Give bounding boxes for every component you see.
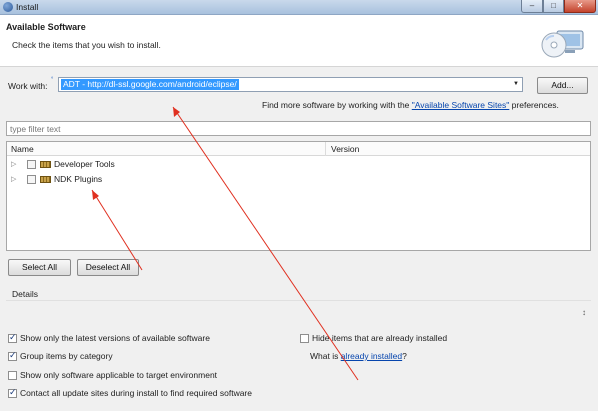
details-area: [6, 300, 591, 323]
available-sites-link[interactable]: "Available Software Sites": [412, 100, 510, 110]
contact-sites-checkbox[interactable]: [8, 387, 17, 398]
tree-header: Name Version: [7, 142, 590, 156]
filter-field[interactable]: [6, 121, 591, 136]
work-with-value[interactable]: ADT - http://dl-ssl.google.com/android/e…: [61, 79, 239, 90]
wizard-header: Available Software Check the items that …: [0, 15, 598, 67]
chevron-down-icon[interactable]: ▼: [513, 81, 519, 87]
expand-arrow-icon[interactable]: ▷: [11, 175, 16, 183]
close-button[interactable]: ✕: [564, 0, 596, 13]
hide-installed-label: Hide items that are already installed: [312, 333, 448, 343]
tree-item-label: Developer Tools: [54, 159, 115, 169]
package-icon: [40, 176, 51, 183]
work-with-label: Work with:: [8, 81, 48, 91]
select-all-button[interactable]: Select All: [8, 259, 71, 276]
details-label: Details: [12, 289, 38, 299]
filter-input[interactable]: [7, 122, 590, 135]
item-checkbox[interactable]: [27, 160, 36, 169]
column-divider[interactable]: [325, 142, 326, 156]
minimize-button[interactable]: –: [521, 0, 543, 13]
contact-sites-label: Contact all update sites during install …: [20, 388, 252, 398]
expand-arrow-icon[interactable]: ▷: [11, 160, 16, 168]
target-environment-checkbox[interactable]: [8, 371, 17, 380]
page-description: Check the items that you wish to install…: [12, 40, 161, 50]
installed-suffix: ?: [402, 351, 407, 361]
close-icon: ✕: [576, 1, 584, 10]
add-site-button[interactable]: Add...: [537, 77, 588, 94]
tree-item-label: NDK Plugins: [54, 174, 103, 184]
window-title: Install: [16, 2, 39, 12]
group-by-category-checkbox[interactable]: [8, 350, 17, 361]
column-name-header[interactable]: Name: [11, 144, 34, 154]
package-icon: [40, 161, 51, 168]
scroll-arrows-icon[interactable]: ↕: [582, 308, 586, 317]
maximize-button[interactable]: □: [543, 0, 564, 13]
page-title: Available Software: [6, 22, 86, 32]
installed-prefix: What is: [310, 351, 341, 361]
deselect-all-button[interactable]: Deselect All: [77, 259, 139, 276]
title-bar: Install – □ ✕: [0, 0, 598, 15]
maximize-icon: □: [551, 1, 556, 10]
tree-item-ndk-plugins[interactable]: ▷ NDK Plugins: [11, 174, 311, 186]
column-version-header[interactable]: Version: [331, 144, 359, 154]
help-icon: °: [51, 77, 54, 83]
software-cd-icon: [541, 30, 584, 58]
find-more-text: Find more software by working with the "…: [262, 100, 559, 110]
group-by-category-label: Group items by category: [20, 351, 113, 361]
tree-item-developer-tools[interactable]: ▷ Developer Tools: [11, 159, 311, 171]
already-installed-link[interactable]: already installed: [341, 351, 402, 361]
find-more-suffix: preferences.: [509, 100, 559, 110]
target-environment-label: Show only software applicable to target …: [20, 370, 218, 380]
hide-installed-checkbox[interactable]: [300, 334, 309, 343]
latest-versions-label: Show only the latest versions of availab…: [20, 333, 210, 343]
software-tree[interactable]: Name Version ▷ Developer Tools ▷ NDK Plu…: [6, 141, 591, 251]
minimize-icon: –: [529, 1, 535, 10]
item-checkbox[interactable]: [27, 175, 36, 184]
latest-versions-checkbox[interactable]: [8, 332, 17, 343]
eclipse-app-icon: [3, 2, 13, 12]
work-with-combo[interactable]: ADT - http://dl-ssl.google.com/android/e…: [58, 77, 523, 92]
find-more-prefix: Find more software by working with the: [262, 100, 412, 110]
already-installed-text: What is already installed?: [310, 351, 407, 361]
